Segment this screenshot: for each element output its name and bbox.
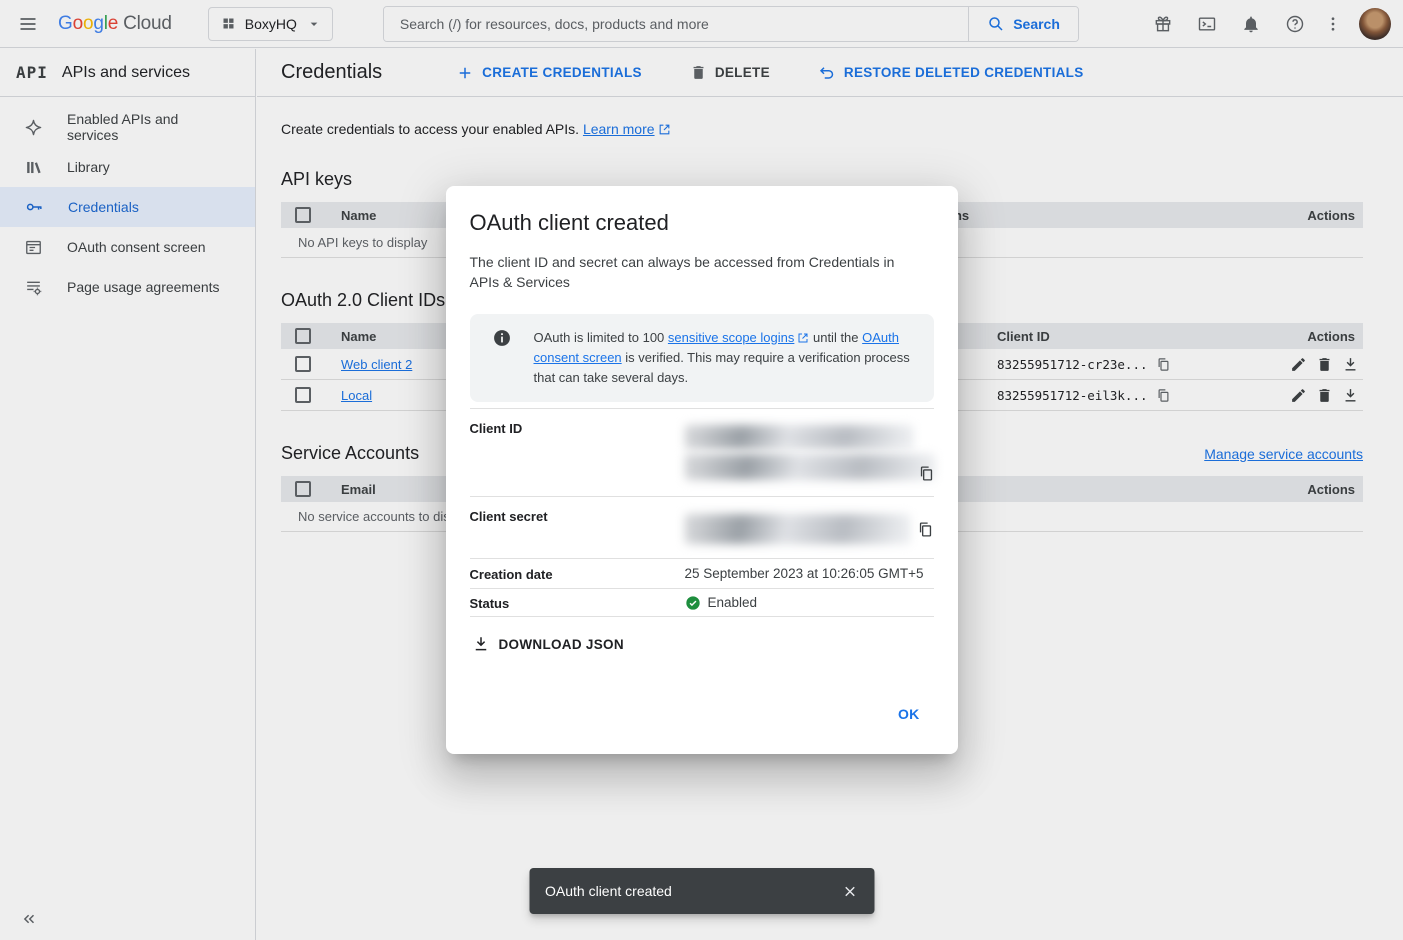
snackbar: OAuth client created	[529, 868, 874, 914]
creation-date-row: Creation date 25 September 2023 at 10:26…	[470, 558, 934, 588]
creation-date-value: 25 September 2023 at 10:26:05 GMT+5	[685, 565, 934, 582]
external-link-icon	[797, 332, 809, 344]
close-icon	[842, 883, 859, 900]
info-text: OAuth is limited to 100 sensitive scope …	[534, 328, 918, 388]
download-json-button[interactable]: DOWNLOAD JSON	[470, 629, 632, 659]
copy-icon	[917, 521, 934, 538]
client-id-redacted-value	[685, 425, 935, 480]
oauth-client-created-dialog: OAuth client created The client ID and s…	[446, 186, 958, 754]
creation-date-label: Creation date	[470, 565, 685, 582]
status-badge: Enabled	[685, 595, 758, 611]
dialog-title: OAuth client created	[470, 210, 934, 236]
copy-client-id-button[interactable]	[916, 463, 937, 484]
client-secret-label: Client secret	[470, 507, 685, 548]
snackbar-close-button[interactable]	[832, 873, 868, 909]
check-circle-icon	[685, 595, 701, 611]
info-banner: OAuth is limited to 100 sensitive scope …	[470, 314, 934, 402]
snackbar-message: OAuth client created	[545, 883, 832, 899]
client-id-label: Client ID	[470, 419, 685, 486]
client-secret-row: Client secret	[470, 496, 934, 558]
client-id-row: Client ID	[470, 408, 934, 496]
client-secret-redacted-value	[685, 512, 910, 544]
copy-icon	[918, 465, 935, 482]
sensitive-scope-logins-link[interactable]: sensitive scope logins	[668, 330, 794, 345]
ok-button[interactable]: OK	[884, 698, 934, 730]
status-label: Status	[470, 594, 685, 611]
status-row: Status Enabled	[470, 588, 934, 617]
dialog-description: The client ID and secret can always be a…	[470, 252, 920, 292]
copy-client-secret-button[interactable]	[915, 519, 936, 540]
info-icon	[492, 328, 512, 388]
download-icon	[472, 635, 490, 653]
